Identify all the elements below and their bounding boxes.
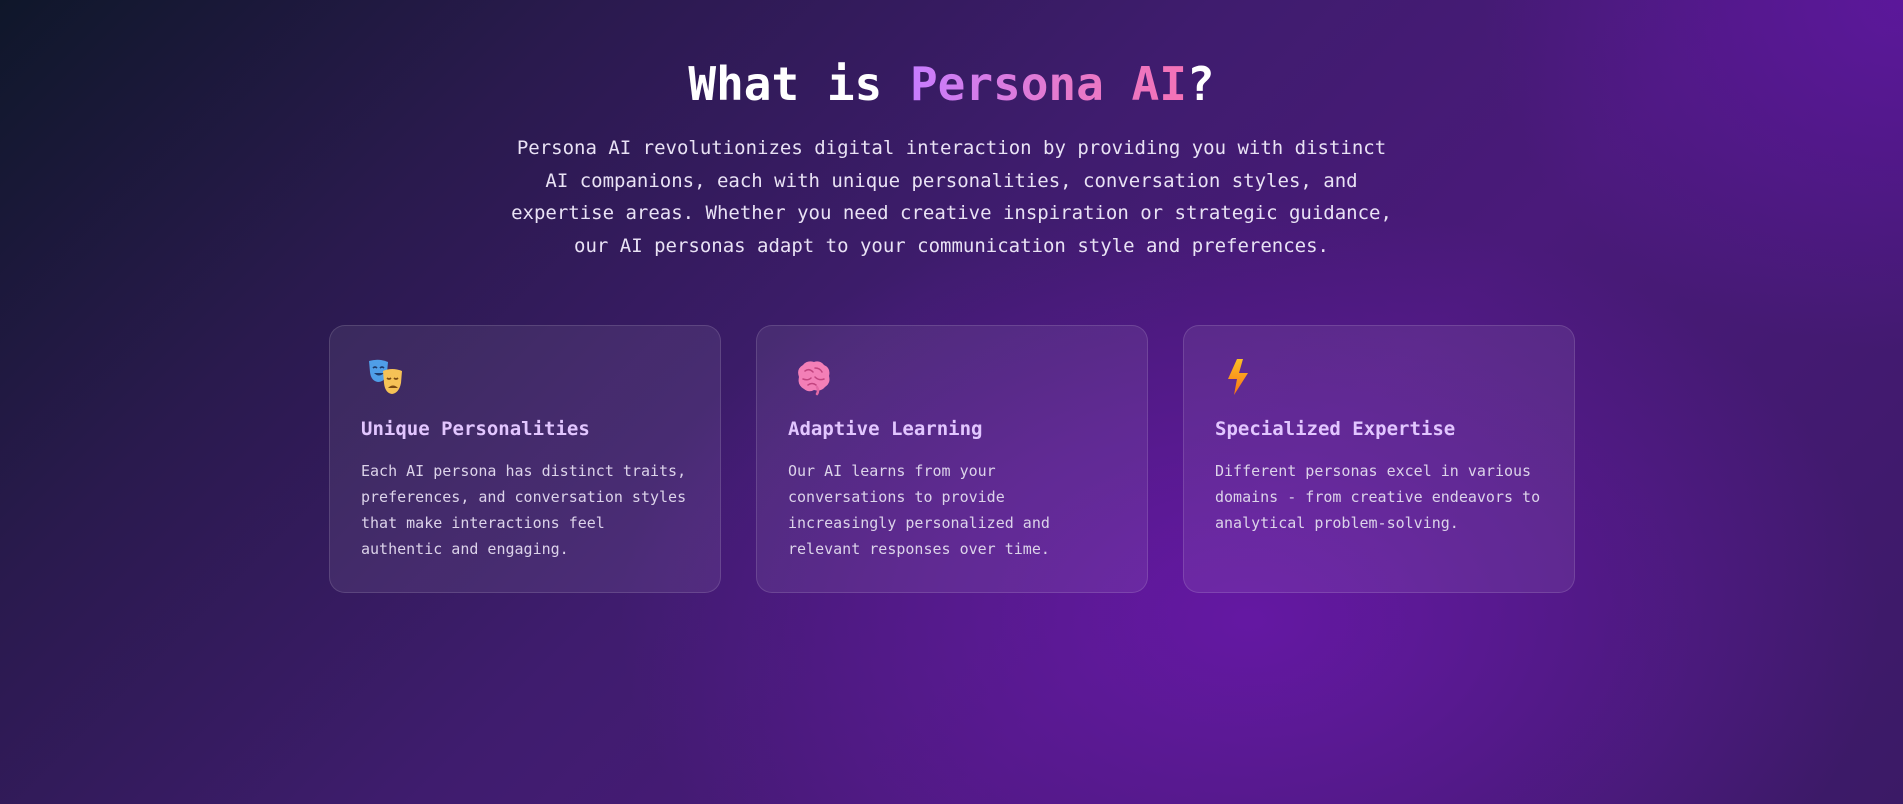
- title-suffix: ?: [1186, 57, 1215, 111]
- lightning-bolt-icon: [1220, 357, 1260, 397]
- feature-card-title: Specialized Expertise: [1215, 418, 1456, 440]
- title-prefix: What is: [688, 57, 910, 111]
- feature-card-title: Adaptive Learning: [788, 418, 983, 440]
- what-is-section: What is Persona AI? Persona AI revolutio…: [0, 0, 1903, 804]
- feature-card-unique-personalities: Unique Personalities Each AI persona has…: [329, 325, 721, 593]
- section-title: What is Persona AI?: [0, 56, 1903, 112]
- theater-masks-icon: [366, 357, 406, 397]
- feature-cards: Unique Personalities Each AI persona has…: [329, 325, 1576, 595]
- feature-card-title: Unique Personalities: [361, 418, 590, 440]
- feature-card-adaptive-learning: Adaptive Learning Our AI learns from you…: [756, 325, 1148, 593]
- feature-card-specialized-expertise: Specialized Expertise Different personas…: [1183, 325, 1575, 593]
- feature-card-text: Different personas excel in various doma…: [1215, 462, 1541, 532]
- feature-card-text: Our AI learns from your conversations to…: [788, 462, 1050, 558]
- feature-card-text: Each AI persona has distinct traits, pre…: [361, 462, 687, 558]
- brain-icon: [793, 357, 833, 397]
- section-description: Persona AI revolutionizes digital intera…: [511, 137, 1392, 257]
- title-accent: Persona AI: [909, 57, 1187, 111]
